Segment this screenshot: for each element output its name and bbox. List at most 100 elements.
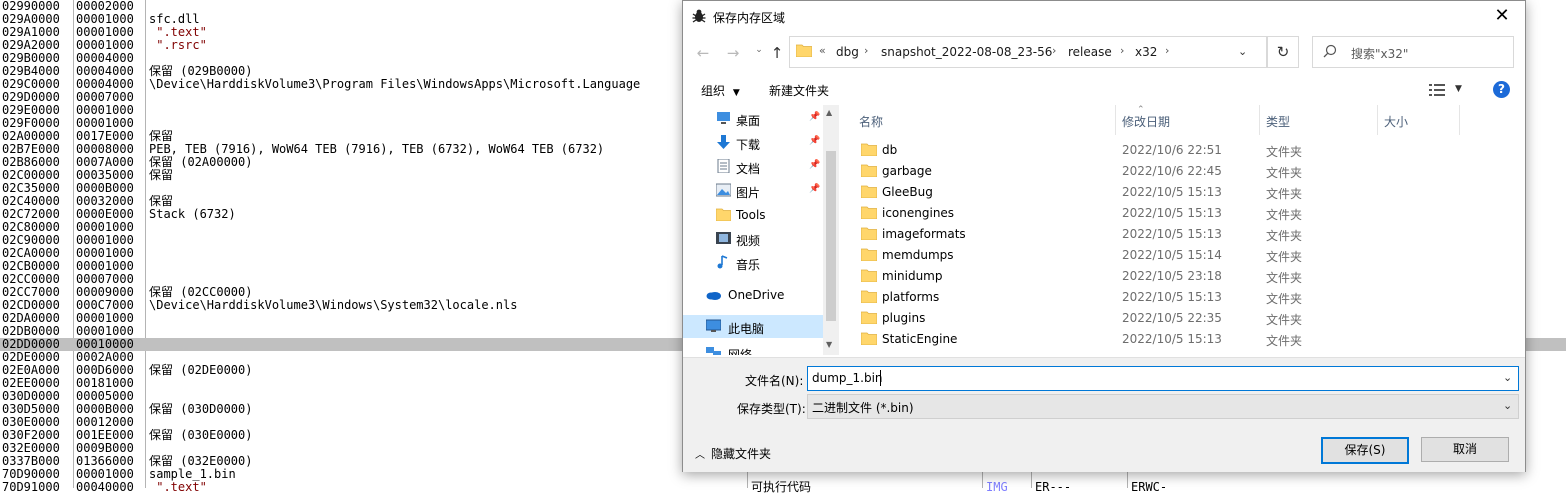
hide-folders-toggle[interactable]: ︿ 隐藏文件夹 — [695, 445, 771, 462]
change-view-button[interactable]: ▼ — [1429, 81, 1465, 99]
this-pc-icon — [706, 319, 721, 332]
filetype-select[interactable]: 二进制文件 (*.bin) ⌄ — [807, 394, 1519, 419]
column-name[interactable]: 名称 — [859, 113, 883, 130]
file-row[interactable]: minidump 2022/10/5 23:18 文件夹 — [839, 265, 1523, 286]
file-name: garbage — [882, 164, 932, 178]
column-separator[interactable] — [1377, 105, 1378, 135]
details-view-icon — [1429, 84, 1445, 96]
new-folder-button[interactable]: 新建文件夹 — [769, 82, 829, 99]
arrow-left-icon: ← — [696, 44, 710, 62]
refresh-button[interactable]: ↻ — [1267, 36, 1299, 68]
nav-item-pictures[interactable]: 图片 📌 — [683, 179, 823, 202]
cancel-button[interactable]: 取消 — [1421, 437, 1509, 462]
back-button[interactable]: ← — [693, 45, 713, 61]
pin-icon: 📌 — [809, 160, 821, 170]
file-list-header: 名称 ⌃ 修改日期 类型 大小 — [839, 105, 1523, 135]
info-cell: 保留 (030D0000) — [149, 402, 253, 416]
filename-input[interactable]: dump_1.bin ⌄ — [807, 366, 1519, 391]
file-row[interactable]: memdumps 2022/10/5 15:14 文件夹 — [839, 244, 1523, 265]
file-type: 文件夹 — [1266, 208, 1303, 222]
address-bar[interactable]: « dbg › snapshot_2022-08-08_23-56 › rele… — [789, 36, 1267, 68]
info-cell: ".rsrc" — [149, 38, 207, 52]
recent-locations-button[interactable]: ⌄ — [749, 42, 769, 58]
file-row[interactable]: iconengines 2022/10/5 15:13 文件夹 — [839, 202, 1523, 223]
column-type[interactable]: 类型 — [1266, 113, 1290, 130]
nav-item-folder[interactable]: Tools — [683, 203, 823, 226]
close-button[interactable]: ✕ — [1489, 5, 1515, 29]
organize-menu-button[interactable]: 组织 ▼ — [701, 82, 740, 99]
address-history-dropdown[interactable]: ⌄ — [1238, 45, 1247, 58]
file-date: 2022/10/5 15:13 — [1122, 332, 1222, 346]
nav-item-music[interactable]: 音乐 — [683, 251, 823, 274]
scroll-down-icon[interactable]: ▼ — [826, 340, 832, 349]
nav-item-download[interactable]: 下载 📌 — [683, 131, 823, 154]
column-separator[interactable] — [1259, 105, 1260, 135]
bug-icon — [692, 9, 706, 23]
file-row[interactable]: imageformats 2022/10/5 15:13 文件夹 — [839, 223, 1523, 244]
nav-item-desktop[interactable]: 桌面 📌 — [683, 107, 823, 130]
navigation-pane-scrollbar[interactable]: ▲ ▼ — [823, 105, 839, 355]
file-row[interactable]: garbage 2022/10/6 22:45 文件夹 — [839, 160, 1523, 181]
folder-icon — [796, 44, 812, 57]
nav-item-label: 文档 — [736, 162, 761, 176]
nav-item-label: 图片 — [736, 186, 761, 200]
file-name: plugins — [882, 311, 926, 325]
chevron-down-icon[interactable]: ⌄ — [1503, 371, 1512, 384]
breadcrumb-dbg[interactable]: dbg — [836, 45, 859, 59]
column-date-modified[interactable]: 修改日期 — [1122, 113, 1170, 130]
caret-down-icon: ▼ — [1455, 84, 1462, 94]
file-row[interactable]: StaticEngine 2022/10/5 15:13 文件夹 — [839, 328, 1523, 349]
folder-icon — [861, 269, 877, 282]
nav-item-this-pc[interactable]: 此电脑 — [683, 315, 823, 338]
up-button[interactable]: ↑ — [767, 45, 787, 61]
file-row[interactable]: db 2022/10/6 22:51 文件夹 — [839, 139, 1523, 160]
nav-item-documents[interactable]: 文档 📌 — [683, 155, 823, 178]
nav-item-onedrive[interactable]: OneDrive — [683, 283, 823, 306]
download-icon — [717, 135, 730, 149]
filename-value[interactable]: dump_1.bin — [812, 371, 883, 385]
file-row[interactable]: plugins 2022/10/5 22:35 文件夹 — [839, 307, 1523, 328]
breadcrumb-overflow[interactable]: « — [819, 44, 826, 57]
folder-icon — [861, 143, 877, 156]
info-cell: 保留 (030E0000) — [149, 428, 253, 442]
column-separator[interactable] — [1115, 105, 1116, 135]
help-button[interactable]: ? — [1493, 81, 1510, 98]
forward-button[interactable]: → — [723, 45, 743, 61]
folder-icon — [861, 206, 877, 219]
info-cell: \Device\HarddiskVolume3\Windows\System32… — [149, 298, 518, 312]
breadcrumb-x32[interactable]: x32 — [1135, 45, 1157, 59]
file-name: platforms — [882, 290, 940, 304]
nav-item-label: 下载 — [736, 138, 761, 152]
column-separator[interactable] — [1459, 105, 1460, 135]
info-cell: Stack (6732) — [149, 207, 236, 221]
file-date: 2022/10/5 15:13 — [1122, 185, 1222, 199]
file-date: 2022/10/6 22:45 — [1122, 164, 1222, 178]
nav-item-video[interactable]: 视频 — [683, 227, 823, 250]
search-icon — [1323, 44, 1337, 58]
nav-item-network[interactable]: 网络 — [683, 341, 823, 355]
filetype-label: 保存类型(T): — [737, 402, 806, 416]
breadcrumb-snapshot[interactable]: snapshot_2022-08-08_23-56 — [881, 45, 1052, 59]
file-row[interactable]: platforms 2022/10/5 15:13 文件夹 — [839, 286, 1523, 307]
nav-item-label: 此电脑 — [728, 322, 765, 336]
folder-icon — [861, 185, 877, 198]
file-date: 2022/10/5 23:18 — [1122, 269, 1222, 283]
folder-icon — [861, 332, 877, 345]
breadcrumb-release[interactable]: release — [1068, 45, 1112, 59]
file-type: 文件夹 — [1266, 250, 1303, 264]
search-input[interactable]: 搜索"x32" — [1312, 36, 1514, 68]
text-caret — [880, 370, 881, 386]
file-row[interactable]: GleeBug 2022/10/5 15:13 文件夹 — [839, 181, 1523, 202]
info-cell: \Device\HarddiskVolume3\Program Files\Wi… — [149, 77, 641, 91]
save-button[interactable]: 保存(S) — [1321, 437, 1409, 464]
chevron-down-icon[interactable]: ⌄ — [1503, 399, 1512, 412]
column-size[interactable]: 大小 — [1384, 113, 1408, 130]
navigation-pane: 桌面 📌 下载 📌 文档 📌 图片 📌 Tools 视频 音乐 OneDrive 此电脑 网络 — [683, 105, 839, 355]
scroll-up-icon[interactable]: ▲ — [826, 108, 832, 117]
scrollbar-thumb[interactable] — [826, 151, 836, 321]
dialog-titlebar[interactable]: 保存内存区域 ✕ — [683, 1, 1525, 33]
file-date: 2022/10/6 22:51 — [1122, 143, 1222, 157]
chevron-down-icon: ⌄ — [755, 45, 763, 55]
video-icon — [716, 232, 731, 244]
nav-item-label: 桌面 — [736, 114, 761, 128]
